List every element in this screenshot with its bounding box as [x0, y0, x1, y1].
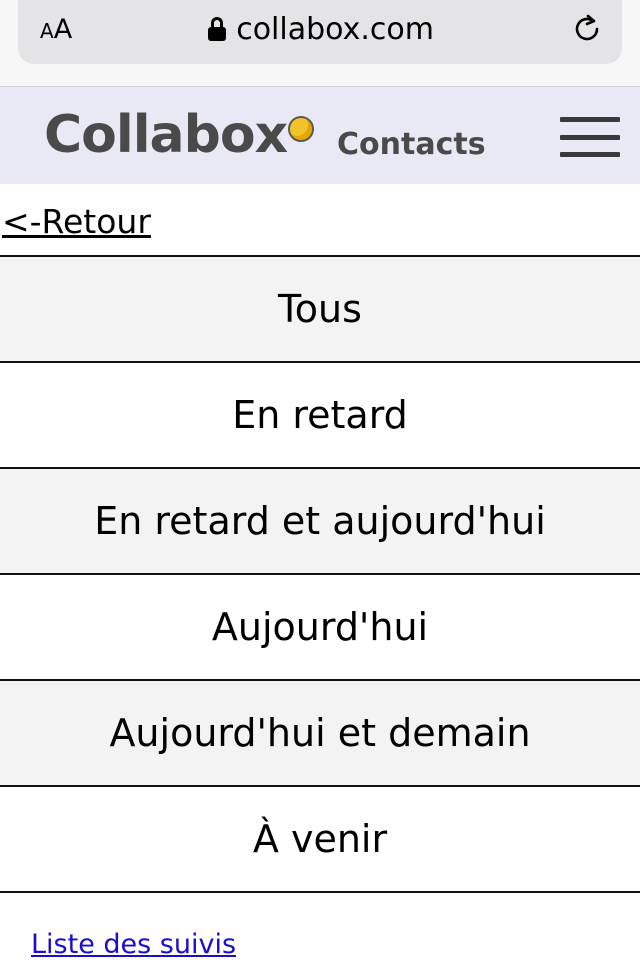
filter-list: Tous En retard En retard et aujourd'hui … [0, 255, 640, 893]
lock-icon [208, 17, 227, 41]
url-display[interactable]: collabox.com [208, 12, 434, 47]
back-link[interactable]: <-Retour [0, 184, 640, 255]
collabox-logo[interactable]: Collabox [44, 105, 288, 165]
text-size-button[interactable]: AA [40, 14, 72, 45]
followups-list-link[interactable]: Liste des suivis [31, 929, 640, 960]
filter-item-aujourdhui[interactable]: Aujourd'hui [0, 575, 640, 681]
filter-item-en-retard-et-aujourdhui[interactable]: En retard et aujourd'hui [0, 469, 640, 575]
section-title: Contacts [337, 127, 486, 162]
text-size-small-label: A [40, 18, 54, 43]
url-text: collabox.com [236, 11, 434, 47]
app-header: Collabox Contacts [0, 86, 640, 184]
filter-item-tous[interactable]: Tous [0, 257, 640, 363]
filter-item-en-retard[interactable]: En retard [0, 363, 640, 469]
address-bar[interactable]: AA collabox.com [18, 0, 622, 64]
reload-icon[interactable] [570, 12, 604, 46]
filter-item-a-venir[interactable]: À venir [0, 787, 640, 893]
text-size-large-label: A [53, 13, 73, 45]
browser-toolbar: AA collabox.com [0, 0, 640, 86]
filter-item-aujourdhui-et-demain[interactable]: Aujourd'hui et demain [0, 681, 640, 787]
hamburger-menu-icon[interactable] [560, 117, 620, 157]
logo-dot-icon [288, 116, 314, 142]
